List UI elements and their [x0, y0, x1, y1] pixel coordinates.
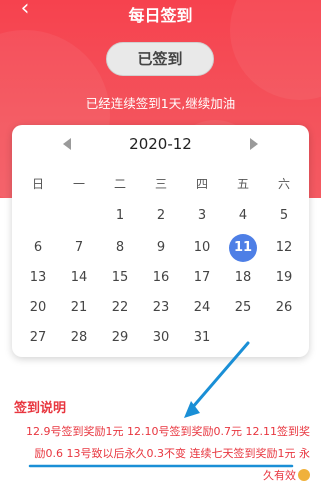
calendar-day[interactable]: 15 [105, 267, 135, 289]
calendar-day[interactable]: 30 [146, 327, 176, 349]
weekday-label: 六 [277, 177, 290, 191]
calendar-day[interactable]: 13 [23, 267, 53, 289]
month-label: 2020-12 [129, 135, 192, 153]
weekday-label: 三 [154, 177, 167, 191]
calendar-day[interactable]: 29 [105, 327, 135, 349]
calendar-day[interactable]: 25 [228, 297, 258, 319]
calendar-day[interactable]: 22 [105, 297, 135, 319]
calendar-day[interactable]: 6 [23, 237, 53, 259]
explanation-text: 12.9号签到奖励1元 12.10号签到奖励0.7元 12.11签到奖 励0.6… [14, 421, 310, 487]
calendar-day[interactable]: 5 [269, 205, 299, 227]
month-navigation: 2020-12 [12, 135, 309, 157]
calendar-day[interactable]: 12 [269, 237, 299, 259]
weekday-label: 五 [236, 177, 249, 191]
calendar-day-today[interactable]: 11 [228, 237, 258, 259]
explanation-title: 签到说明 [14, 401, 67, 416]
page-title: 每日签到 [128, 6, 193, 25]
calendar-day[interactable]: 23 [146, 297, 176, 319]
calendar-day[interactable]: 28 [64, 327, 94, 349]
streak-subtitle: 已经连续签到1天,继续加油 [85, 96, 236, 111]
explanation-line-text: 久有效 [263, 469, 296, 482]
calendar-card: 2020-12 日一二三四五六 1 2 3 4 5 6 7 8 9 10 11 12 13 14 15 16 1… [12, 125, 309, 357]
weekday-label: 二 [113, 177, 126, 191]
calendar-day[interactable]: 20 [23, 297, 53, 319]
calendar-day[interactable]: 10 [187, 237, 217, 259]
calendar-day[interactable]: 19 [269, 267, 299, 289]
explanation-line: 久有效 [14, 465, 310, 487]
signed-button[interactable]: 已签到 [106, 42, 214, 76]
calendar-day[interactable]: 24 [187, 297, 217, 319]
calendar-day[interactable]: 3 [187, 205, 217, 227]
calendar-day[interactable]: 9 [146, 237, 176, 259]
calendar-day[interactable]: 2 [146, 205, 176, 227]
calendar-day[interactable]: 21 [64, 297, 94, 319]
calendar-day[interactable]: 31 [187, 327, 217, 349]
annotation-arrowhead-icon [184, 401, 200, 418]
calendar-day[interactable]: 27 [23, 327, 53, 349]
calendar-day[interactable]: 4 [228, 205, 258, 227]
explanation-line: 12.9号签到奖励1元 12.10号签到奖励0.7元 12.11签到奖 [26, 425, 310, 438]
weekday-label: 四 [195, 177, 208, 191]
calendar-day[interactable]: 26 [269, 297, 299, 319]
calendar-day[interactable]: 16 [146, 267, 176, 289]
calendar-day[interactable]: 1 [105, 205, 135, 227]
weekday-header: 日一二三四五六 [12, 175, 309, 193]
calendar-day[interactable]: 14 [64, 267, 94, 289]
next-month-icon[interactable] [250, 138, 258, 150]
calendar-day[interactable]: 8 [105, 237, 135, 259]
emoji-icon [298, 469, 310, 481]
calendar-day[interactable]: 18 [228, 267, 258, 289]
calendar-day[interactable]: 7 [64, 237, 94, 259]
weekday-label: 日 [31, 177, 44, 191]
calendar-day[interactable]: 17 [187, 267, 217, 289]
weekday-label: 一 [72, 177, 85, 191]
explanation-line: 励0.6 13号致以后永久0.3不变 连续七天签到奖励1元 永 [34, 447, 310, 460]
